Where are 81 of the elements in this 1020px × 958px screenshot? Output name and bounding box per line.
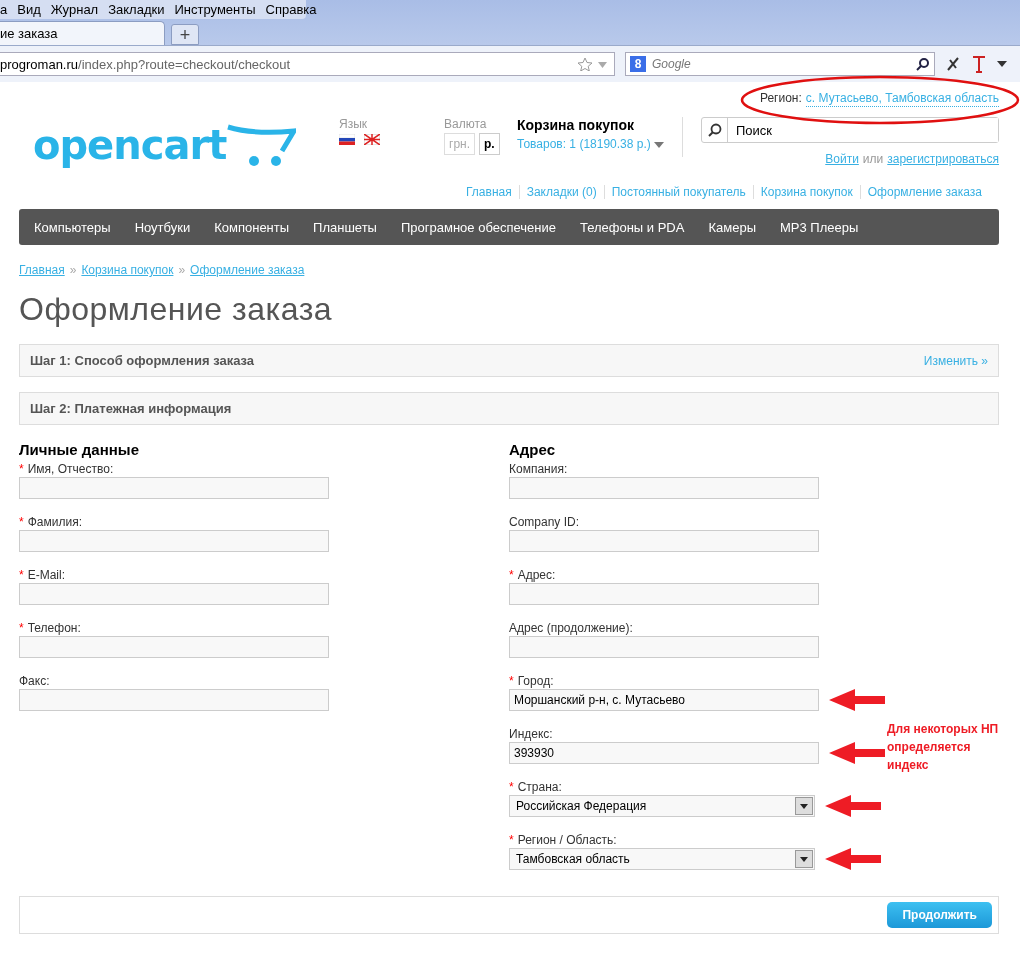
- input-field[interactable]: Моршанский р-н, с. Мутасьево: [509, 689, 819, 711]
- field-label: Регион / Область:: [517, 833, 617, 847]
- input-field[interactable]: [19, 477, 329, 499]
- annotation-note: Для некоторых НП определяется индекс: [887, 721, 1000, 774]
- category-link[interactable]: Ноутбуки: [122, 219, 203, 235]
- or-text: или: [862, 152, 884, 166]
- dropdown[interactable]: Российская Федерация: [509, 795, 815, 817]
- page-title: Оформление заказа: [19, 291, 334, 328]
- required-mark: *: [19, 462, 24, 476]
- region-label: Регион:: [759, 91, 802, 107]
- step-title: Шаг 1: Способ оформления заказа: [30, 353, 255, 368]
- menu-item[interactable]: Вид: [12, 2, 46, 17]
- search-icon[interactable]: [707, 123, 722, 137]
- flag-icon[interactable]: [364, 134, 380, 145]
- field-label: Телефон:: [27, 621, 81, 635]
- dropdown-arrow-icon: [800, 856, 808, 862]
- input-field[interactable]: [509, 636, 819, 658]
- input-field[interactable]: [19, 689, 329, 711]
- address-bar[interactable]: progroman.ru/index.php?route=checkout/checkout: [0, 52, 615, 76]
- required-mark: *: [19, 568, 24, 582]
- required-mark: *: [19, 515, 24, 529]
- search-engine-icon[interactable]: 8: [630, 56, 646, 72]
- input-field[interactable]: [509, 530, 819, 552]
- menu-item[interactable]: Закладки: [103, 2, 170, 17]
- browser-tab[interactable]: ие заказа: [0, 21, 165, 45]
- flag-icon[interactable]: [339, 134, 355, 145]
- currency-label: Валюта: [444, 117, 488, 131]
- section-heading: Личные данные: [19, 441, 140, 458]
- category-link[interactable]: Планшеты: [301, 219, 389, 235]
- breadcrumb-separator: »: [69, 263, 77, 277]
- dropdown[interactable]: Тамбовская область: [509, 848, 815, 870]
- field-label: Индекс:: [509, 727, 553, 741]
- field-label: Адрес:: [517, 568, 556, 582]
- input-field[interactable]: [19, 530, 329, 552]
- field-label: Company ID:: [509, 515, 580, 529]
- field-label: Имя, Отчество:: [27, 462, 114, 476]
- search-bar[interactable]: 8 Google: [625, 52, 935, 76]
- field-label: Компания:: [509, 462, 568, 476]
- search-placeholder: Google: [652, 57, 692, 71]
- new-tab-button[interactable]: +: [171, 24, 199, 45]
- dropdown-icon[interactable]: [997, 61, 1007, 67]
- field-label: Фамилия:: [27, 515, 82, 529]
- required-mark: *: [19, 621, 24, 635]
- section-heading: Адрес: [509, 441, 556, 458]
- category-link[interactable]: Телефоны и PDA: [567, 219, 697, 235]
- category-link[interactable]: Компьютеры: [22, 219, 123, 235]
- menu-item[interactable]: Журнал: [45, 2, 104, 17]
- category-link[interactable]: Компоненты: [202, 219, 302, 235]
- language-label: Язык: [339, 117, 369, 131]
- field-label: Город:: [517, 674, 554, 688]
- search-icon[interactable]: [916, 57, 930, 71]
- input-field[interactable]: [509, 583, 819, 605]
- required-mark: *: [509, 568, 514, 582]
- required-mark: *: [509, 833, 514, 847]
- required-mark: *: [509, 780, 514, 794]
- input-field[interactable]: [19, 583, 329, 605]
- input-field[interactable]: 393930: [509, 742, 819, 764]
- menu-item[interactable]: а: [0, 2, 13, 17]
- star-icon[interactable]: [578, 57, 608, 71]
- url-text: progroman.ru/index.php?route=checkout/checkout: [0, 56, 291, 72]
- category-link[interactable]: Програмное обеспечение: [388, 219, 568, 235]
- field-label: Адрес (продолжение):: [509, 621, 633, 635]
- step-title: Шаг 2: Платежная информация: [30, 401, 232, 416]
- breadcrumb-separator: »: [178, 263, 186, 277]
- currency-option[interactable]: р.: [479, 133, 500, 155]
- category-link[interactable]: Камеры: [696, 219, 768, 235]
- field-label: E-Mail:: [27, 568, 65, 582]
- required-mark: *: [509, 674, 514, 688]
- menu-item[interactable]: Инструменты: [169, 2, 261, 17]
- dropdown-arrow-icon: [800, 803, 808, 809]
- field-label: Страна:: [517, 780, 562, 794]
- cart-logo-icon: [226, 123, 297, 167]
- category-link[interactable]: MP3 Плееры: [768, 219, 871, 235]
- caret-icon[interactable]: [654, 142, 665, 148]
- search-field[interactable]: Поиск: [701, 117, 999, 143]
- input-field[interactable]: [509, 477, 819, 499]
- cart-title: Корзина покупок: [517, 117, 635, 133]
- text-icon-button[interactable]: [971, 55, 987, 73]
- field-label: Факс:: [19, 674, 50, 688]
- input-field[interactable]: [19, 636, 329, 658]
- menu-item[interactable]: Справка: [260, 2, 322, 17]
